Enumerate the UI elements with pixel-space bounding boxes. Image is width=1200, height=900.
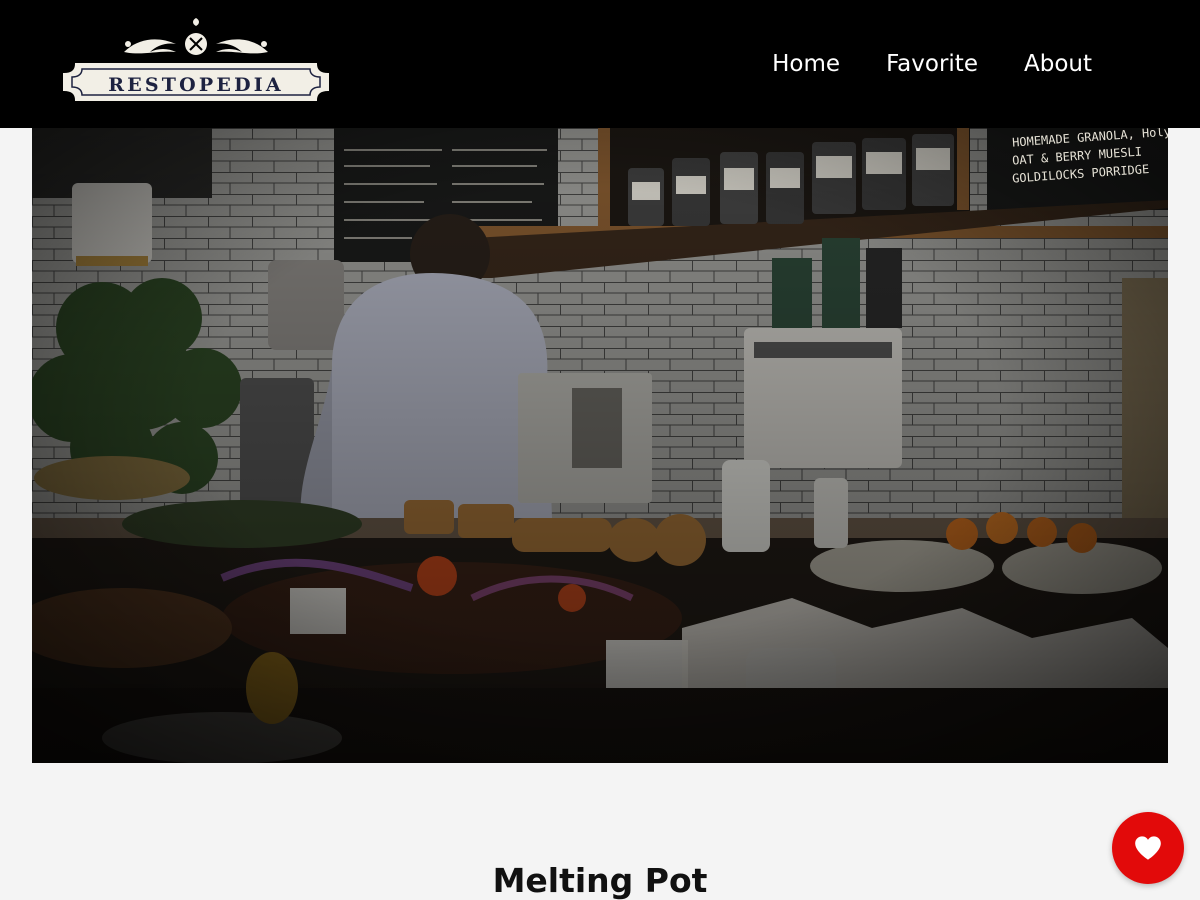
navbar: RESTOPEDIA Home Favorite About (0, 0, 1200, 128)
hero-image: HOMEMADE GRANOLA, Holy OAT & BERRY MUESL… (32, 128, 1168, 763)
favorite-button[interactable] (1112, 812, 1184, 884)
brand-logo[interactable]: RESTOPEDIA (62, 14, 330, 114)
nav-link-home[interactable]: Home (772, 48, 840, 80)
chalkboard-menu: HOMEMADE GRANOLA, Holy OAT & BERRY MUESL… (1012, 128, 1168, 186)
nav-link-about[interactable]: About (1024, 48, 1092, 80)
nav-link-favorite[interactable]: Favorite (886, 48, 978, 80)
heart-icon (1135, 836, 1161, 860)
cafe-counter-photo (32, 128, 1168, 763)
brand-name: RESTOPEDIA (108, 74, 284, 96)
restaurant-name[interactable]: Melting Pot (0, 857, 1200, 900)
logo-frame-icon (63, 18, 329, 101)
main-nav: Home Favorite About (772, 48, 1092, 80)
